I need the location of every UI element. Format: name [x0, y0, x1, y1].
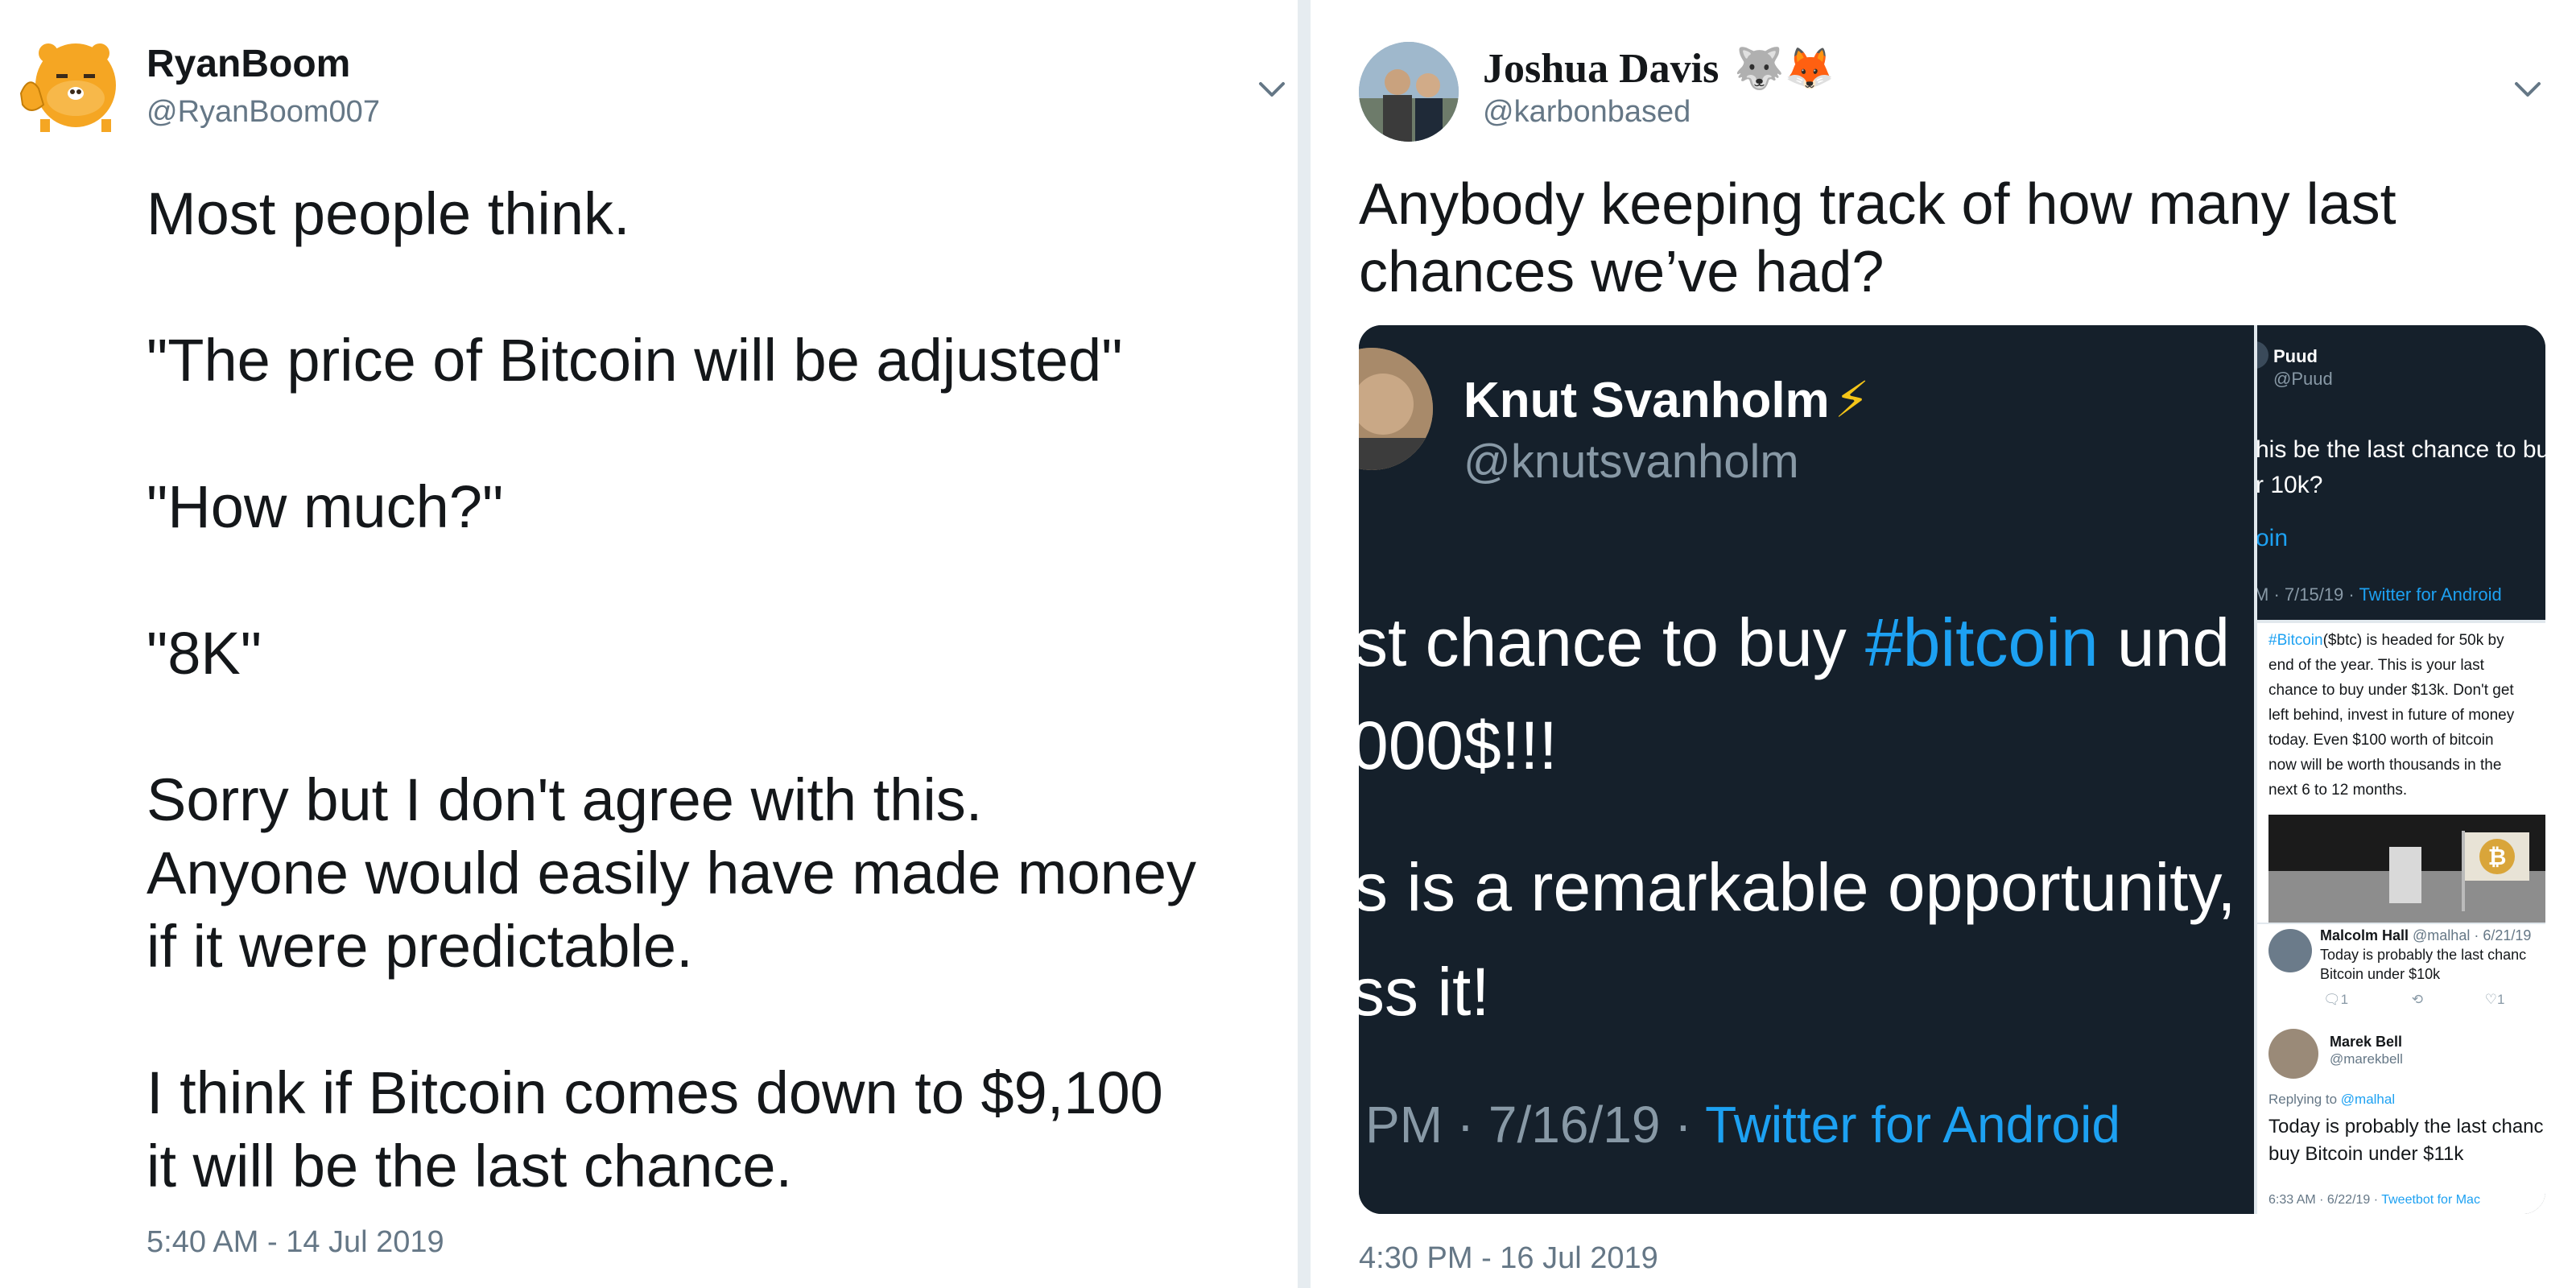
embed-footer: PM · 7/16/19 · Twitter for Android — [1365, 1096, 2120, 1154]
bitcoin-hashtag-link[interactable]: #bitcoin — [1865, 605, 2099, 680]
chevron-down-icon[interactable] — [1254, 72, 1290, 108]
embed-line-1: st chance to buy #bitcoin und — [1359, 605, 2231, 680]
tweet-text: Anybody keeping track of how many last c… — [1359, 172, 2396, 304]
reply-icon[interactable]: 🗨︎ — [2323, 992, 2341, 1007]
malcolm-avatar — [2268, 929, 2312, 972]
author-name[interactable]: Joshua Davis 🐺🦊 — [1483, 45, 1835, 93]
author-handle[interactable]: @karbonbased — [1483, 95, 1690, 130]
author-handle[interactable]: @RyanBoom007 — [147, 95, 380, 130]
wolf-fox-emoji-icon: 🐺🦊 — [1734, 46, 1835, 91]
marek-avatar — [2268, 1029, 2318, 1079]
reply-thread: Malcolm Hall @malhal · 6/21/19 Today is … — [2257, 923, 2545, 1214]
puud-handle: @Puud — [2273, 369, 2333, 389]
profile-photo-icon — [1359, 42, 1459, 142]
person-photo-icon — [1359, 348, 1433, 470]
embed-line-3: s is a remarkable opportunity, — [1359, 849, 2236, 925]
panel-divider — [1298, 0, 1311, 1288]
tweet-timestamp[interactable]: 4:30 PM - 16 Jul 2019 — [1359, 1241, 1658, 1276]
tweet-right: Joshua Davis 🐺🦊 @karbonbased Anybody kee… — [1311, 0, 2576, 1288]
embed-handle: @knutsvanholm — [1463, 436, 1799, 488]
malcolm-actions: 🗨︎1 ⟲ ♡1 — [2323, 992, 2505, 1007]
moon-landing-image: ₿ — [2268, 815, 2545, 923]
bitcoin-post-card: #Bitcoin($btc) is headed for 50k by end … — [2257, 620, 2545, 1214]
puud-footer: M · 7/15/19 · Twitter for Android — [2257, 584, 2502, 605]
embed-author: Knut Svanholm⚡ — [1463, 373, 1870, 428]
marek-name: Marek Bell — [2330, 1034, 2403, 1050]
bitcoin-post-text: #Bitcoin($btc) is headed for 50k by end … — [2268, 632, 2515, 799]
puud-avatar — [2257, 341, 2268, 369]
marek-footer: 6:33 AM · 6/22/19 · Tweetbot for Mac — [2268, 1193, 2480, 1207]
tweet-left: RyanBoom @RyanBoom007 Most people think.… — [0, 0, 1298, 1288]
ryan-character-icon — [19, 43, 116, 132]
author-name[interactable]: RyanBoom — [147, 42, 350, 86]
embed-line-2: 000$!!! — [1359, 708, 1558, 783]
chevron-down-icon[interactable] — [2510, 72, 2545, 108]
svg-text:₿: ₿ — [2488, 844, 2507, 870]
embed-line-4: ss it! — [1359, 954, 1490, 1030]
marek-line-2: buy Bitcoin under $11k — [2268, 1143, 2464, 1165]
knut-avatar — [1359, 348, 1433, 470]
malcolm-line-1: Today is probably the last chanc — [2320, 947, 2527, 963]
puud-link[interactable]: oin — [2257, 525, 2288, 552]
tweet-timestamp[interactable]: 5:40 AM - 14 Jul 2019 — [147, 1225, 444, 1260]
bolt-icon: ⚡ — [1834, 373, 1870, 428]
malcolm-header: Malcolm Hall @malhal · 6/21/19 — [2320, 927, 2532, 943]
marek-replying: Replying to @malhal — [2268, 1092, 2396, 1107]
puud-line-1: his be the last chance to bu — [2257, 436, 2545, 463]
avatar[interactable] — [1359, 42, 1459, 142]
puud-line-2: r 10k? — [2257, 472, 2323, 498]
twitter-for-android-link[interactable]: Twitter for Android — [1705, 1096, 2120, 1154]
embed-main-tweet: Knut Svanholm⚡ @knutsvanholm st chance t… — [1359, 325, 2254, 1214]
embed-side-column: Puud @Puud his be the last chance to bu … — [2257, 325, 2545, 1214]
embedded-image[interactable]: Knut Svanholm⚡ @knutsvanholm st chance t… — [1359, 325, 2545, 1214]
marek-line-1: Today is probably the last chanc — [2268, 1116, 2544, 1137]
marek-handle: @marekbell — [2330, 1051, 2403, 1067]
tweet-text: Most people think. "The price of Bitcoin… — [147, 180, 1196, 1199]
puud-name: Puud — [2273, 346, 2318, 366]
like-icon[interactable]: ♡ — [2485, 992, 2497, 1007]
retweet-icon[interactable]: ⟲ — [2412, 992, 2423, 1007]
malcolm-line-2: Bitcoin under $10k — [2320, 966, 2441, 982]
author-name-text: Joshua Davis — [1483, 46, 1719, 92]
avatar[interactable] — [16, 35, 116, 135]
